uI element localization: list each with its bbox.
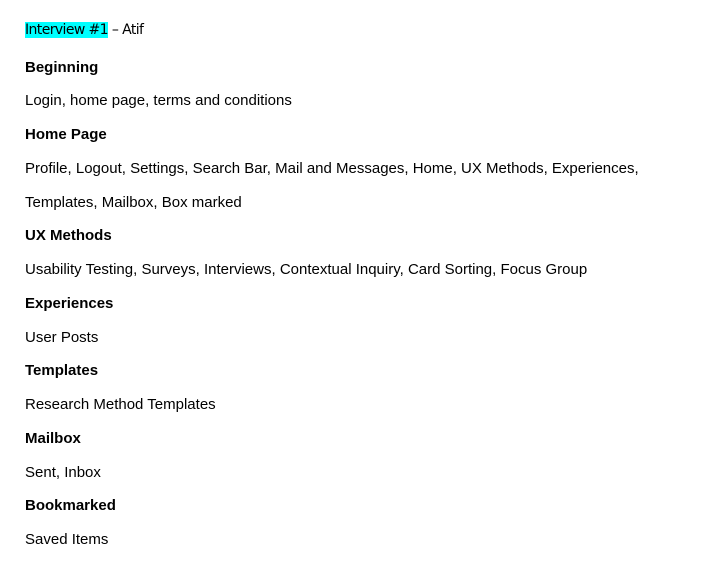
section-text-templates: Research Method Templates <box>25 396 216 413</box>
section-text-bookmarked: Saved Items <box>25 531 109 548</box>
section-heading-ux-methods: UX Methods <box>25 227 112 244</box>
section-heading-experiences: Experiences <box>25 295 114 312</box>
title-highlighted-text: Interview #1 <box>25 22 109 38</box>
section-heading-home-page: Home Page <box>25 126 107 143</box>
section-heading-bookmarked: Bookmarked <box>25 497 116 514</box>
section-text-home-page-2: Templates, Mailbox, Box marked <box>25 194 242 211</box>
document-title: Interview #1 – Atif <box>25 20 144 40</box>
title-author-text: – Atif <box>108 22 144 38</box>
section-text-mailbox: Sent, Inbox <box>25 464 101 481</box>
section-heading-mailbox: Mailbox <box>25 430 81 447</box>
section-heading-templates: Templates <box>25 362 99 379</box>
section-text-home-page-1: Profile, Logout, Settings, Search Bar, M… <box>25 160 639 177</box>
section-heading-beginning: Beginning <box>25 59 99 76</box>
section-text-experiences: User Posts <box>25 329 99 346</box>
section-text-beginning: Login, home page, terms and conditions <box>25 92 292 109</box>
document-page: Interview #1 – Atif Beginning Login, hom… <box>25 0 705 573</box>
section-text-ux-methods: Usability Testing, Surveys, Interviews, … <box>25 261 588 278</box>
